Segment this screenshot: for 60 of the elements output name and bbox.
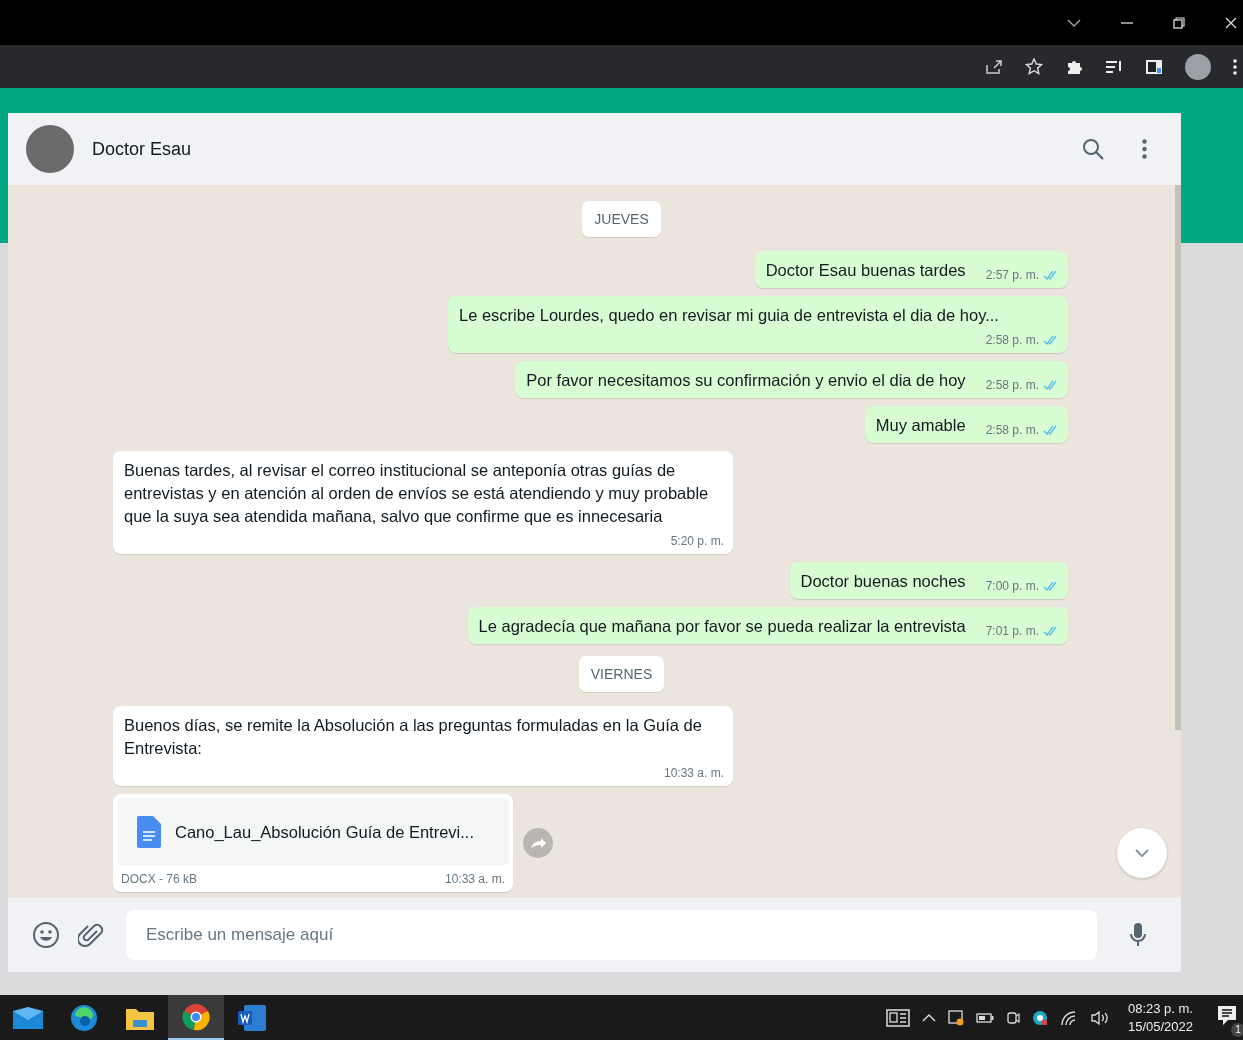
profile-avatar[interactable] (1185, 53, 1211, 80)
playlist-icon[interactable] (1105, 58, 1123, 75)
word-icon (238, 1004, 266, 1031)
message-time: 10:33 a. m. (444, 872, 505, 886)
message-text: Buenos días, se remite la Absolución a las preguntas formuladas en la Guía de Entrevista: (124, 715, 703, 759)
message-time: 2:58 p. m. (985, 423, 1039, 437)
tray-app-icon[interactable] (947, 1009, 964, 1026)
message-text: Por favor necesitamos su confirmación y envio el dia de hoy (526, 370, 966, 391)
chevron-down-icon[interactable] (1067, 18, 1081, 27)
browser-icon (182, 1002, 210, 1031)
message-text: Doctor Esau buenas tardes (765, 260, 966, 281)
menu-icon[interactable] (1142, 139, 1147, 159)
message-text: Le escribe Lourdes, quedo en revisar mi guia de entrevista el dia de hoy... (459, 305, 999, 326)
search-icon[interactable] (1082, 138, 1104, 160)
notification-icon[interactable] (1217, 1004, 1237, 1027)
message-text: Doctor buenas noches (800, 571, 966, 592)
message-time: 10:33 a. m. (663, 766, 724, 780)
close-icon[interactable] (1225, 16, 1237, 29)
more-options-icon[interactable] (1233, 58, 1237, 75)
date-label: VIERNES (578, 656, 665, 692)
chevron-down-icon (1135, 849, 1149, 857)
side-panel-icon[interactable] (1145, 58, 1163, 75)
star-icon[interactable] (1025, 57, 1043, 76)
share-icon[interactable] (985, 58, 1003, 75)
tray-app-icon[interactable] (1031, 1009, 1048, 1026)
minimize-icon[interactable] (1121, 21, 1133, 24)
emoji-icon[interactable] (32, 921, 60, 949)
document-icon (137, 816, 161, 848)
browser-icon (70, 1003, 98, 1032)
notification-count: 1 (1231, 1022, 1243, 1037)
wifi-icon[interactable] (1059, 1009, 1078, 1026)
message-time: 2:58 p. m. (985, 378, 1039, 392)
message-text: Buenas tardes, al revisar el correo institucional se anteponía otras guías de entrevistas y en atención al orden de envíos se está atendiendo y muy probable que la suya sea atendida mañana, salvo que confirme que es innecesaria (124, 460, 710, 527)
clock[interactable]: 08:23 p. m. 15/05/2022 (1121, 1001, 1199, 1034)
clock-date: 15/05/2022 (1127, 1019, 1193, 1034)
file-meta: DOCX - 76 kB (121, 872, 198, 886)
contact-avatar[interactable] (26, 125, 74, 173)
battery-icon[interactable] (975, 1012, 994, 1023)
message-input[interactable]: Escribe un mensaje aquí (126, 910, 1097, 960)
scrollbar[interactable] (1175, 185, 1181, 730)
message-time: 7:00 p. m. (985, 579, 1039, 593)
message-time: 7:01 p. m. (985, 624, 1039, 638)
microphone-icon[interactable] (1129, 922, 1147, 948)
taskbar-app[interactable] (168, 995, 224, 1040)
news-icon[interactable] (885, 1008, 910, 1027)
message-text: Muy amable (875, 415, 966, 436)
message-text: Le agradecía que mañana por favor se pueda realizar la entrevista (478, 616, 966, 637)
speaker-icon[interactable] (1089, 1009, 1110, 1026)
paperclip-icon[interactable] (78, 922, 104, 948)
date-label: JUEVES (582, 201, 661, 237)
file-name: Cano_Lau_Absolución Guía de Entrevi... (175, 822, 475, 842)
message-time: 2:57 p. m. (985, 268, 1039, 282)
document-message[interactable]: Cano_Lau_Absolución Guía de Entrevi... DOCX - 76 kB 10:33 a. m. (113, 794, 513, 892)
envelope-icon (13, 1006, 43, 1029)
restore-icon[interactable] (1173, 16, 1185, 29)
message-time: 5:20 p. m. (670, 534, 724, 548)
camera-icon[interactable] (1005, 1009, 1020, 1026)
message-time: 2:58 p. m. (985, 333, 1039, 347)
chevron-up-icon[interactable] (921, 1013, 936, 1022)
clock-time: 08:23 p. m. (1127, 1001, 1193, 1016)
